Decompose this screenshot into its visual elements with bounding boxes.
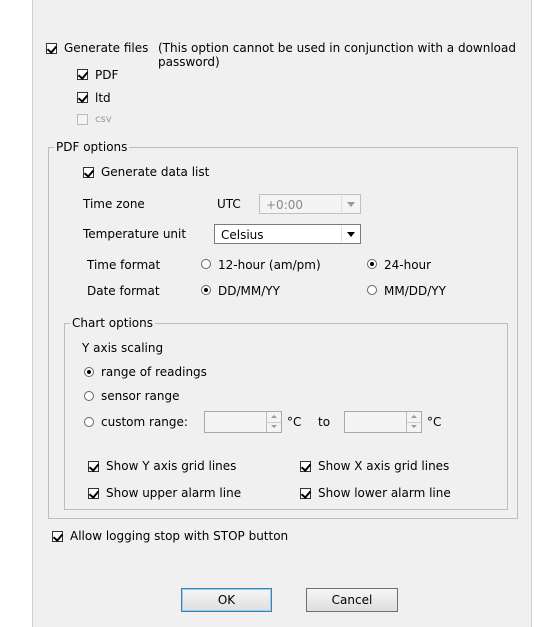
time-format-24h-radio[interactable] bbox=[367, 259, 377, 269]
utc-label: UTC bbox=[217, 197, 241, 211]
pdf-checkbox[interactable] bbox=[77, 69, 88, 80]
allow-logging-stop-checkbox[interactable] bbox=[52, 531, 63, 542]
ltd-label: ltd bbox=[95, 91, 111, 105]
range-of-readings-label: range of readings bbox=[101, 365, 207, 379]
time-format-24h-label: 24-hour bbox=[384, 258, 432, 272]
range-of-readings-radio[interactable] bbox=[84, 367, 94, 377]
report-options-dialog: Generate files (This option cannot be us… bbox=[0, 0, 546, 627]
time-format-12h-radio[interactable] bbox=[201, 259, 211, 269]
spin-buttons bbox=[266, 412, 281, 432]
show-upper-alarm-label: Show upper alarm line bbox=[106, 486, 242, 500]
temperature-unit-label: Temperature unit bbox=[83, 227, 187, 241]
custom-range-radio[interactable] bbox=[84, 417, 94, 427]
show-x-grid-checkbox[interactable] bbox=[300, 461, 311, 472]
spin-down-icon[interactable] bbox=[267, 422, 281, 432]
custom-range-from-unit: °C bbox=[287, 415, 302, 429]
show-y-grid-checkbox[interactable] bbox=[88, 461, 99, 472]
y-axis-scaling-label: Y axis scaling bbox=[82, 341, 164, 355]
cancel-button[interactable]: Cancel bbox=[306, 588, 398, 612]
generate-data-list-checkbox[interactable] bbox=[83, 167, 94, 178]
custom-range-to-spinbox[interactable] bbox=[344, 411, 422, 433]
ltd-checkbox[interactable] bbox=[77, 92, 88, 103]
spin-buttons bbox=[406, 412, 421, 432]
custom-range-label: custom range: bbox=[101, 415, 188, 429]
pdf-options-legend: PDF options bbox=[54, 140, 130, 154]
show-y-grid-label: Show Y axis grid lines bbox=[106, 459, 237, 473]
spin-down-icon[interactable] bbox=[407, 422, 421, 432]
temperature-unit-combobox[interactable]: Celsius bbox=[214, 224, 361, 244]
show-lower-alarm-checkbox[interactable] bbox=[300, 488, 311, 499]
ok-button[interactable]: OK bbox=[181, 588, 272, 612]
generate-files-note: (This option cannot be used in conjuncti… bbox=[158, 41, 516, 69]
date-format-mdy-radio[interactable] bbox=[367, 285, 377, 295]
csv-label: csv bbox=[95, 114, 112, 125]
generate-data-list-label: Generate data list bbox=[101, 165, 210, 179]
time-zone-combobox[interactable]: +0:00 bbox=[259, 194, 361, 214]
show-lower-alarm-label: Show lower alarm line bbox=[318, 486, 451, 500]
show-x-grid-label: Show X axis grid lines bbox=[318, 459, 450, 473]
chart-options-legend: Chart options bbox=[70, 316, 155, 330]
show-upper-alarm-checkbox[interactable] bbox=[88, 488, 99, 499]
generate-files-label: Generate files bbox=[64, 41, 149, 55]
temperature-unit-value: Celsius bbox=[221, 228, 264, 242]
sensor-range-radio[interactable] bbox=[84, 391, 94, 401]
time-format-12h-label: 12-hour (am/pm) bbox=[218, 258, 321, 272]
pdf-label: PDF bbox=[95, 68, 119, 82]
custom-range-to-unit: °C bbox=[427, 415, 442, 429]
custom-range-from-spinbox[interactable] bbox=[204, 411, 282, 433]
csv-checkbox[interactable] bbox=[77, 114, 88, 125]
date-format-dmy-label: DD/MM/YY bbox=[218, 284, 280, 298]
date-format-label: Date format bbox=[87, 284, 160, 298]
custom-range-to-label: to bbox=[318, 415, 331, 429]
time-zone-label: Time zone bbox=[83, 197, 145, 211]
time-format-label: Time format bbox=[87, 258, 161, 272]
chevron-down-icon bbox=[341, 226, 359, 242]
time-zone-value: +0:00 bbox=[266, 198, 304, 212]
chevron-down-icon bbox=[341, 196, 359, 212]
generate-files-checkbox[interactable] bbox=[46, 43, 57, 54]
date-format-dmy-radio[interactable] bbox=[201, 285, 211, 295]
date-format-mdy-label: MM/DD/YY bbox=[384, 284, 446, 298]
allow-logging-stop-label: Allow logging stop with STOP button bbox=[70, 529, 289, 543]
sensor-range-label: sensor range bbox=[101, 389, 180, 403]
